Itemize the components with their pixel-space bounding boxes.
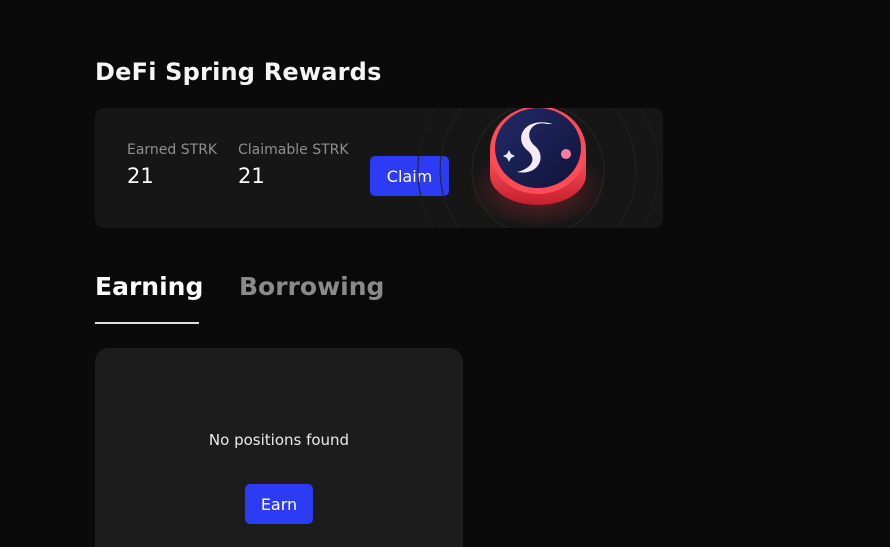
page: DeFi Spring Rewards Earned STRK 21 Claim… — [0, 0, 890, 547]
claimable-stat: Claimable STRK 21 — [238, 142, 349, 188]
earned-label: Earned STRK — [127, 142, 218, 158]
tab-earning[interactable]: Earning — [95, 272, 203, 301]
tab-borrowing[interactable]: Borrowing — [239, 272, 384, 301]
positions-card: No positions found Earn — [95, 348, 463, 547]
claimable-value: 21 — [238, 164, 265, 188]
rewards-card: Earned STRK 21 Claimable STRK 21 Claim — [95, 108, 663, 228]
empty-state-message: No positions found — [208, 431, 350, 449]
active-tab-indicator — [95, 322, 199, 324]
strk-token-icon — [417, 108, 659, 228]
tabs: Earning Borrowing — [95, 272, 415, 324]
earned-value: 21 — [127, 164, 154, 188]
earned-stat: Earned STRK 21 — [127, 142, 217, 188]
claimable-label: Claimable STRK — [238, 142, 349, 158]
earn-button[interactable]: Earn — [245, 484, 313, 524]
page-title: DeFi Spring Rewards — [95, 58, 382, 86]
